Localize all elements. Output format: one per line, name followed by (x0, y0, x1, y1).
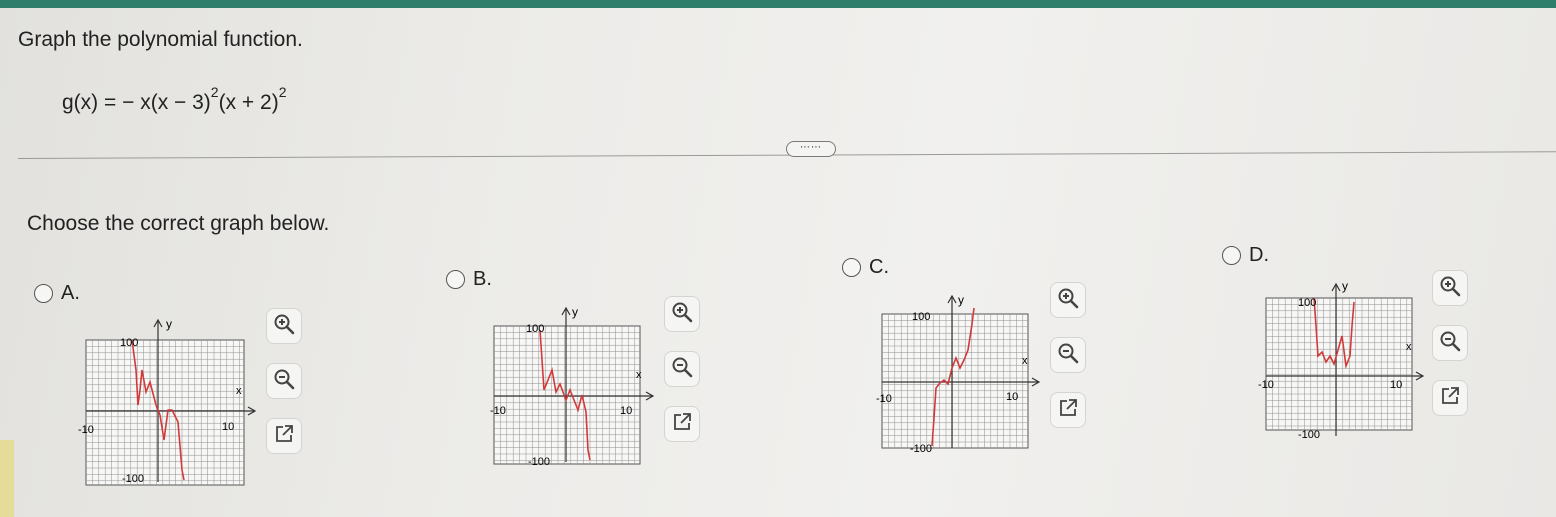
y-top-label: 100 (526, 323, 544, 335)
y-axis-name: y (1342, 279, 1348, 293)
graph-c[interactable]: 100 -100 -10 10 x y (872, 288, 1072, 458)
option-d[interactable]: D. (1222, 244, 1269, 267)
graph-a[interactable]: 100 -100 -10 10 x y (76, 310, 276, 490)
exponent-1: 2 (210, 84, 219, 100)
option-a-label: A. (61, 282, 80, 304)
x-left-label: -10 (78, 424, 94, 436)
x-left-label: -10 (490, 405, 506, 417)
x-right-label: 10 (1006, 391, 1018, 403)
radio-d[interactable] (1222, 246, 1241, 265)
y-axis-name: y (166, 317, 172, 331)
y-bottom-label: -100 (1298, 429, 1320, 441)
plot-area (1265, 297, 1413, 431)
zoom-out-icon (273, 368, 295, 395)
zoom-in-icon (671, 301, 693, 328)
option-d-label: D. (1249, 244, 1269, 266)
open-external-button[interactable] (266, 418, 302, 454)
zoom-in-button[interactable] (664, 296, 700, 332)
radio-c[interactable] (842, 258, 861, 277)
open-external-button[interactable] (664, 406, 700, 442)
option-c[interactable]: C. (842, 256, 889, 279)
x-right-label: 10 (222, 421, 234, 433)
open-external-button[interactable] (1050, 392, 1086, 428)
x-axis-name: x (1406, 341, 1412, 353)
x-axis-name: x (236, 385, 242, 397)
function-equation: g(x) = − x(x − 3)2(x + 2)2 (62, 84, 287, 115)
y-bottom-label: -100 (528, 456, 550, 468)
instruction-text: Choose the correct graph below. (27, 212, 330, 235)
plot-area (881, 313, 1029, 449)
y-top-label: 100 (912, 311, 930, 323)
zoom-in-icon (1439, 275, 1461, 302)
open-external-icon (671, 411, 693, 438)
open-external-icon (1439, 385, 1461, 412)
zoom-out-button[interactable] (266, 363, 302, 399)
exponent-2: 2 (278, 84, 287, 100)
zoom-in-button[interactable] (1432, 270, 1468, 306)
top-accent-bar (0, 0, 1556, 8)
radio-b[interactable] (446, 270, 465, 289)
zoom-in-button[interactable] (266, 308, 302, 344)
option-c-label: C. (869, 256, 889, 278)
left-edge-strip (0, 440, 14, 517)
x-right-label: 10 (1390, 379, 1402, 391)
option-b-label: B. (473, 268, 492, 290)
option-b[interactable]: B. (446, 268, 492, 291)
zoom-out-button[interactable] (664, 351, 700, 387)
y-axis-name: y (572, 305, 578, 319)
x-axis-name: x (1022, 355, 1028, 367)
x-left-label: -10 (1258, 379, 1274, 391)
function-main: g(x) = − x(x − 3) (62, 91, 211, 114)
zoom-out-icon (671, 356, 693, 383)
y-top-label: 100 (120, 337, 138, 349)
zoom-in-icon (273, 313, 295, 340)
zoom-out-icon (1439, 330, 1461, 357)
x-axis-name: x (636, 369, 642, 381)
y-axis-name: y (958, 293, 964, 307)
x-right-label: 10 (620, 405, 632, 417)
radio-a[interactable] (34, 284, 53, 303)
y-bottom-label: -100 (122, 473, 144, 485)
y-bottom-label: -100 (910, 443, 932, 455)
open-external-button[interactable] (1432, 380, 1468, 416)
graph-d[interactable]: 100 -100 -10 10 x y (1256, 276, 1456, 446)
y-top-label: 100 (1298, 297, 1316, 309)
open-external-icon (273, 423, 295, 450)
zoom-out-button[interactable] (1432, 325, 1468, 361)
zoom-in-button[interactable] (1050, 282, 1086, 318)
zoom-out-icon (1057, 342, 1079, 369)
zoom-out-button[interactable] (1050, 337, 1086, 373)
option-a[interactable]: A. (34, 282, 80, 305)
open-external-icon (1057, 397, 1079, 424)
x-left-label: -10 (876, 393, 892, 405)
graph-b[interactable]: 100 -100 -10 10 x y (486, 300, 686, 470)
question-title: Graph the polynomial function. (18, 28, 303, 51)
zoom-in-icon (1057, 287, 1079, 314)
function-mid: (x + 2) (218, 91, 279, 114)
plot-area (493, 325, 641, 465)
expand-button[interactable]: ⋯⋯ (786, 141, 836, 157)
